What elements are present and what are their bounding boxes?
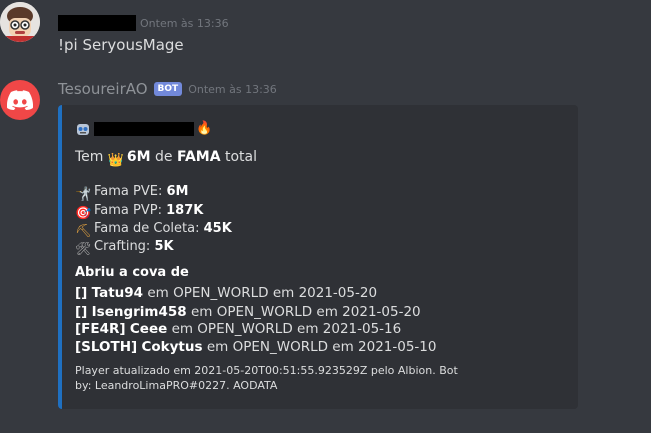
entry-detail: em OPEN_WORLD em 2021-05-16 [171, 321, 402, 337]
robot-face-icon [75, 121, 91, 137]
embed-title: 🔥 [75, 121, 215, 137]
guild-tag: [] [75, 304, 88, 320]
stat-label: Fama PVP: [94, 203, 162, 218]
message-timestamp: Ontem às 13:36 [188, 82, 277, 96]
guild-tag: [SLOTH] [75, 339, 138, 355]
bot-name[interactable]: TesoureirAO [58, 80, 148, 98]
message-content: !pi SeryousMage [58, 36, 184, 54]
embed-card: 🔥 Tem 👑 6M de FAMA total 🤺 Fama PVE: 6M 🎯 F… [58, 105, 578, 409]
fencer-icon: 🤺 [75, 187, 92, 202]
stat-coleta: ⛏ Fama de Coleta: 45K [75, 221, 232, 240]
fire-icon: 🔥 [196, 121, 213, 136]
entry-detail: em OPEN_WORLD em 2021-05-10 [206, 339, 437, 355]
crown-icon: 👑 [107, 153, 125, 168]
cova-heading: Abriu a cova de [75, 265, 189, 280]
fama-prefix: Tem [75, 149, 104, 165]
stat-value: 6M [166, 184, 189, 199]
cova-entry: [] Isengrim458 em OPEN_WORLD em 2021-05-… [75, 304, 421, 320]
stat-value: 5K [154, 239, 174, 254]
guild-tag: [FE4R] [75, 321, 126, 337]
bot-tag: BOT [153, 82, 183, 96]
player-name: Isengrim458 [91, 304, 187, 320]
fama-total-line: Tem 👑 6M de FAMA total [75, 149, 257, 169]
user-avatar[interactable] [0, 2, 40, 42]
pick-icon: ⛏ [75, 224, 92, 239]
redacted-username [58, 15, 136, 31]
cova-entry: [] Tatu94 em OPEN_WORLD em 2021-05-20 [75, 285, 377, 301]
fama-keyword: FAMA [176, 149, 221, 165]
fama-total-value: 6M [126, 149, 151, 165]
stat-crafting: 🛠 Crafting: 5K [75, 239, 174, 258]
stat-label: Fama PVE: [94, 184, 163, 199]
fama-suffix: total [225, 149, 258, 165]
guild-tag: [] [75, 285, 88, 301]
stat-label: Fama de Coleta: [94, 221, 200, 236]
discord-logo-icon [7, 90, 33, 110]
message-user: Ontem às 13:36 !pi SeryousMage [0, 0, 651, 70]
fama-de: de [155, 149, 173, 165]
embed-footer: Player atualizado em 2021-05-20T00:51:55… [75, 364, 458, 392]
player-name: Ceee [129, 321, 168, 337]
message-timestamp: Ontem às 13:36 [140, 16, 229, 30]
redacted-player-name [94, 122, 194, 136]
stat-value: 187K [166, 203, 204, 218]
cova-entry: [FE4R] Ceee em OPEN_WORLD em 2021-05-16 [75, 321, 401, 337]
player-name: Cokytus [141, 339, 203, 355]
entry-detail: em OPEN_WORLD em 2021-05-20 [190, 304, 421, 320]
bot-avatar[interactable] [0, 80, 40, 120]
cova-entry: [SLOTH] Cokytus em OPEN_WORLD em 2021-05… [75, 339, 437, 355]
stat-pve: 🤺 Fama PVE: 6M [75, 184, 188, 203]
stat-value: 45K [203, 221, 232, 236]
entry-detail: em OPEN_WORLD em 2021-05-20 [147, 285, 378, 301]
player-name: Tatu94 [91, 285, 144, 301]
stat-label: Crafting: [94, 239, 151, 254]
target-icon: 🎯 [75, 206, 92, 221]
tools-icon: 🛠 [75, 242, 92, 257]
stat-pvp: 🎯 Fama PVP: 187K [75, 203, 203, 222]
